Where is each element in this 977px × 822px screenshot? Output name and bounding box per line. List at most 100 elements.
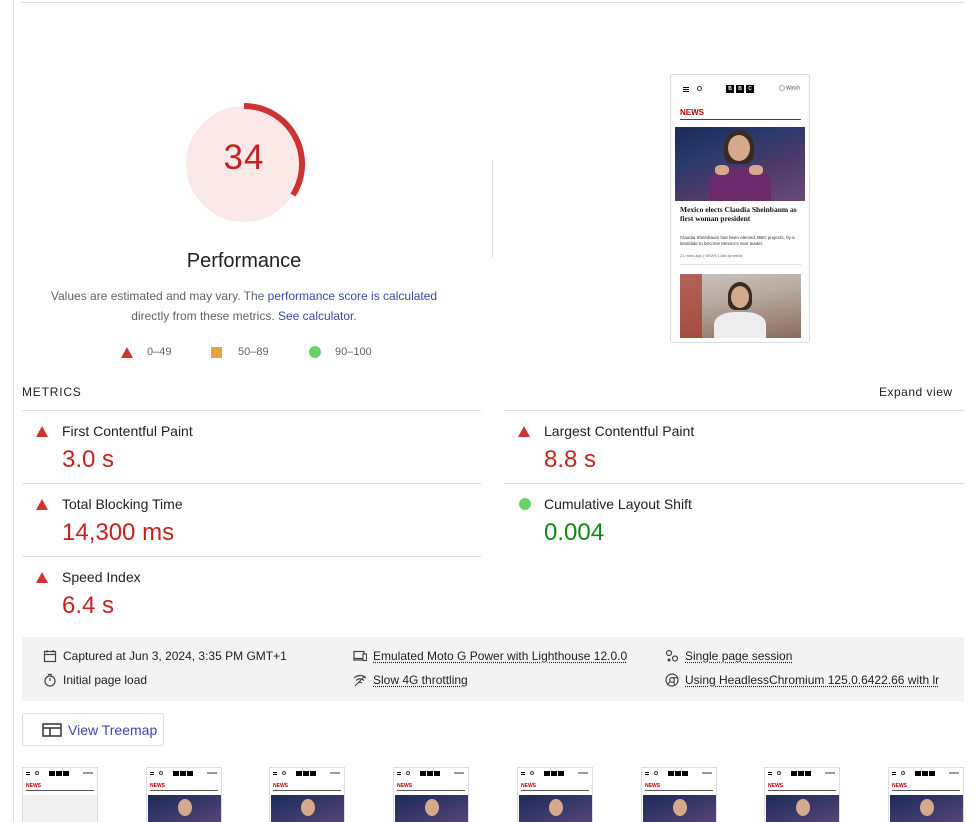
menu-icon [273, 772, 277, 775]
vertical-divider [492, 160, 493, 257]
filmstrip-frame: NEWS [517, 767, 593, 822]
section-rule [680, 119, 801, 120]
bbc-logo [915, 771, 935, 776]
section-label: NEWS [768, 783, 783, 789]
section-label: NEWS [26, 783, 41, 789]
final-screenshot[interactable]: BBC Watch NEWS Mexico elects Claudia She… [670, 74, 810, 343]
run-device[interactable]: Emulated Moto G Power with Lighthouse 12… [353, 649, 627, 663]
run-captured: Captured at Jun 3, 2024, 3:35 PM GMT+1 [43, 649, 287, 663]
legend-average: 50–89 [211, 346, 269, 358]
metric-divider [504, 483, 964, 484]
bbc-logo [420, 771, 440, 776]
fail-triangle-icon [121, 346, 133, 358]
lead-photo [890, 795, 963, 822]
bbc-logo [173, 771, 193, 776]
fail-triangle-icon [36, 572, 48, 583]
search-icon [777, 771, 781, 775]
browser-text[interactable]: Using HeadlessChromium 125.0.6422.66 wit… [685, 673, 939, 687]
expand-view-button[interactable]: Expand view [879, 385, 953, 399]
score-calculated-link[interactable]: performance score is calculated [268, 289, 437, 303]
run-session[interactable]: Single page session [665, 649, 792, 663]
lead-photo [271, 795, 344, 822]
legend-pass: 90–100 [309, 346, 372, 358]
watch-link [949, 772, 959, 774]
timer-icon [44, 673, 56, 687]
metric-divider [22, 556, 481, 557]
pass-circle-icon [519, 498, 531, 510]
disclaimer-middle: directly from these metrics. [131, 308, 278, 323]
run-info-panel [22, 637, 964, 701]
throttling-text[interactable]: Slow 4G throttling [373, 673, 468, 687]
devices-icon [353, 650, 367, 662]
page-load-text: Initial page load [63, 673, 148, 687]
section-label: NEWS [150, 783, 165, 789]
bbc-logo [296, 771, 316, 776]
metric-divider [22, 410, 481, 411]
lead-photo [148, 795, 221, 822]
metric-divider [504, 410, 964, 411]
metric-label: Cumulative Layout Shift [544, 496, 692, 512]
blank-content [23, 795, 97, 822]
filmstrip-frame: NEWS [22, 767, 98, 822]
bbc-logo [668, 771, 688, 776]
menu-icon [150, 772, 154, 775]
view-treemap-button[interactable]: View Treemap [22, 713, 164, 746]
fail-triangle-icon [36, 426, 48, 437]
search-icon [654, 771, 658, 775]
bbc-logo [791, 771, 811, 776]
treemap-label[interactable]: View Treemap [68, 722, 157, 738]
captured-text: Captured at Jun 3, 2024, 3:35 PM GMT+1 [63, 649, 287, 663]
lead-photo [675, 127, 805, 201]
gauge-title: Performance [186, 250, 302, 272]
filmstrip-frame: NEWS [146, 767, 222, 822]
pass-circle-icon [309, 346, 321, 358]
metric-label: Largest Contentful Paint [544, 423, 695, 439]
section-rule [150, 790, 218, 791]
section-rule [273, 790, 341, 791]
device-text[interactable]: Emulated Moto G Power with Lighthouse 12… [373, 649, 627, 663]
chrome-icon [665, 673, 679, 687]
top-divider [21, 2, 965, 3]
bbc-logo: BBC [726, 85, 754, 93]
see-calculator-link[interactable]: See calculator [278, 309, 353, 323]
disclaimer-prefix: Values are estimated and may vary. The [50, 289, 268, 303]
wifi-icon [353, 674, 367, 687]
average-square-icon [211, 346, 222, 358]
metric-value: 14,300 ms [62, 519, 175, 546]
filmstrip-frame: NEWS [269, 767, 345, 822]
calendar-icon [43, 650, 57, 663]
metric-value: 8.8 s [544, 446, 597, 473]
session-icon [665, 649, 679, 662]
lead-photo [766, 795, 839, 822]
filmstrip-frame: NEWS [393, 767, 469, 822]
lead-summary: Claudia Sheinbaum has been elected, BBC … [680, 235, 795, 246]
menu-icon [768, 772, 772, 775]
section-label: NEWS [273, 783, 288, 789]
search-icon [159, 771, 163, 775]
lead-headline: Mexico elects Claudia Sheinbaum as first… [680, 205, 797, 223]
menu-icon [683, 87, 689, 92]
filmstrip-frame: NEWS [641, 767, 717, 822]
metric-label: Speed Index [62, 569, 141, 585]
lead-photo [519, 795, 592, 822]
menu-icon [521, 772, 525, 775]
menu-icon [645, 772, 649, 775]
metric-divider [22, 483, 481, 484]
run-browser[interactable]: Using HeadlessChromium 125.0.6422.66 wit… [665, 673, 939, 687]
section-rule [645, 790, 713, 791]
session-text[interactable]: Single page session [685, 649, 792, 663]
bbc-logo [49, 771, 69, 776]
metric-value: 0.004 [544, 519, 605, 546]
lead-meta: 21 mins ago | NEWS Latin America [680, 253, 743, 258]
watch-link: Watch [779, 85, 800, 91]
legend-average-range: 50–89 [238, 346, 269, 358]
legend-pass-range: 90–100 [335, 346, 372, 358]
fail-triangle-icon [36, 499, 48, 510]
search-icon [901, 771, 905, 775]
search-icon [282, 771, 286, 775]
lead-photo [643, 795, 716, 822]
section-label: NEWS [521, 783, 536, 789]
menu-icon [397, 772, 401, 775]
metric-label: Total Blocking Time [62, 496, 183, 512]
run-throttling[interactable]: Slow 4G throttling [353, 673, 468, 687]
